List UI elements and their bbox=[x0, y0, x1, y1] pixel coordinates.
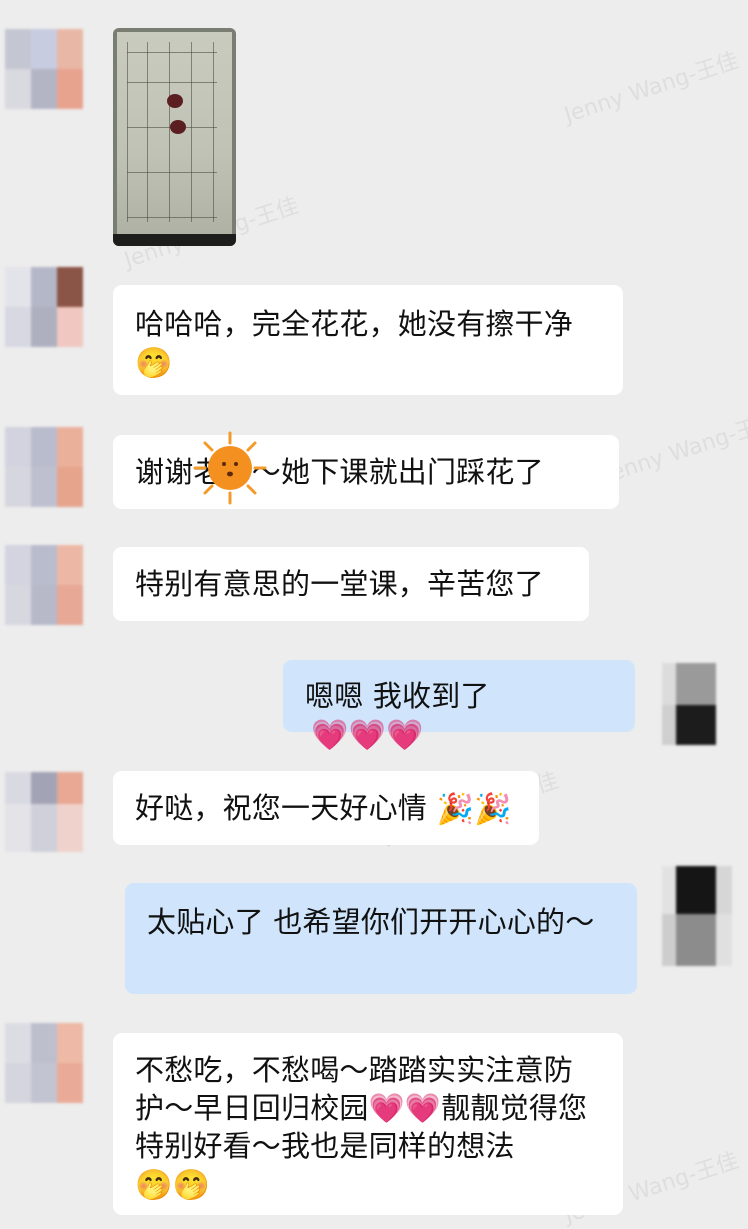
message-bubble[interactable]: 太贴心了 也希望你们开开心心的～ bbox=[125, 883, 637, 994]
message-text: 好哒，祝您一天好心情 bbox=[135, 791, 427, 825]
avatar[interactable] bbox=[5, 545, 83, 625]
message-text: 不愁吃，不愁喝～踏踏实实注意防护～早日回归校园💗💗靓靓觉得您特别好看～我也是同样… bbox=[135, 1053, 587, 1163]
message-bubble[interactable]: 谢谢老师～她下课就出门踩花了 bbox=[113, 435, 619, 509]
message-text: 太贴心了 也希望你们开开心心的～ bbox=[147, 905, 594, 939]
flower-print bbox=[170, 120, 186, 134]
hand-over-mouth-emoji-icon: 🤭🤭 bbox=[135, 1168, 210, 1204]
worksheet-photo bbox=[117, 32, 232, 236]
message-bubble[interactable]: 特别有意思的一堂课，辛苦您了 bbox=[113, 547, 589, 621]
message-bubble[interactable]: 不愁吃，不愁喝～踏踏实实注意防护～早日回归校园💗💗靓靓觉得您特别好看～我也是同样… bbox=[113, 1033, 623, 1215]
avatar[interactable] bbox=[5, 29, 83, 109]
sun-sticker-icon bbox=[193, 431, 267, 505]
message-bubble[interactable]: 哈哈哈，完全花花，她没有擦干净 🤭 bbox=[113, 285, 623, 395]
avatar[interactable] bbox=[662, 866, 732, 966]
photo-bottom-edge bbox=[113, 234, 236, 246]
image-message[interactable] bbox=[113, 28, 236, 246]
avatar[interactable] bbox=[5, 772, 83, 852]
watermark: Jenny Wang-王佳 bbox=[600, 403, 748, 490]
message-bubble[interactable]: 嗯嗯 我收到了 💗💗💗 bbox=[283, 660, 635, 732]
message-text: 嗯嗯 我收到了 bbox=[305, 679, 490, 713]
hand-over-mouth-emoji-icon: 🤭 bbox=[135, 346, 173, 382]
message-bubble[interactable]: 好哒，祝您一天好心情 🎉🎉 bbox=[113, 771, 539, 845]
flower-print bbox=[167, 94, 183, 108]
avatar[interactable] bbox=[5, 427, 83, 507]
watermark: Jenny Wang-王佳 bbox=[560, 43, 743, 130]
message-text: 特别有意思的一堂课，辛苦您了 bbox=[135, 567, 544, 601]
chat-window: Jenny Wang-王佳 Jenny Wang-王佳 Jenny Wang-王… bbox=[0, 0, 748, 1223]
avatar[interactable] bbox=[662, 663, 716, 745]
avatar[interactable] bbox=[5, 1023, 83, 1103]
message-text: 哈哈哈，完全花花，她没有擦干净 bbox=[135, 307, 573, 341]
avatar[interactable] bbox=[5, 267, 83, 347]
party-popper-emoji-icon: 🎉🎉 bbox=[436, 792, 511, 828]
heart-emoji-icon: 💗💗💗 bbox=[311, 718, 424, 754]
